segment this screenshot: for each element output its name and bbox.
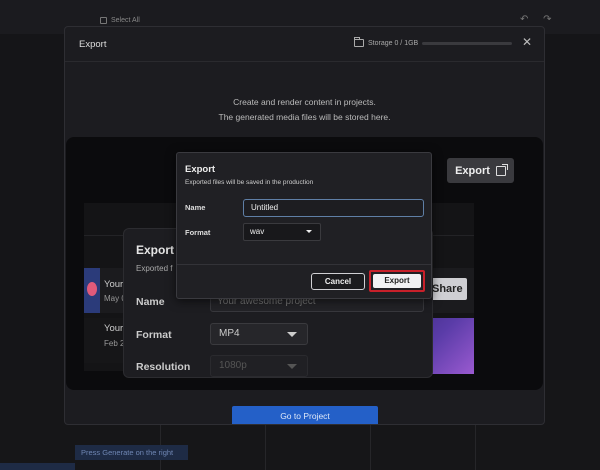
- project-thumbnail: [84, 268, 100, 313]
- format-label: Format: [136, 329, 172, 341]
- dialog-title: Export: [136, 243, 175, 257]
- format-select[interactable]: wav: [243, 223, 321, 241]
- close-icon[interactable]: ✕: [522, 35, 532, 49]
- chevron-down-icon: [287, 332, 297, 337]
- timeline-clip: [0, 463, 75, 470]
- select-all-label: Select All: [111, 17, 140, 24]
- format-select[interactable]: MP4: [210, 323, 308, 345]
- export-button-label: Export: [455, 164, 490, 177]
- format-label: Format: [185, 228, 211, 237]
- checkbox-icon[interactable]: [100, 17, 107, 24]
- export-confirm-label: Export: [373, 274, 421, 288]
- name-label: Name: [136, 296, 165, 308]
- resolution-select[interactable]: 1080p: [210, 355, 308, 377]
- name-label: Name: [185, 203, 206, 212]
- chevron-down-icon: [306, 230, 312, 233]
- undo-redo-icons[interactable]: ↶ ↷: [520, 14, 558, 25]
- storage-progress-bar: [422, 42, 512, 45]
- divider: [65, 61, 544, 62]
- project-name: Your: [104, 323, 124, 334]
- project-date: Feb 2: [104, 339, 125, 348]
- cancel-button[interactable]: Cancel: [311, 273, 365, 290]
- project-name: Your: [104, 279, 124, 290]
- external-link-icon: [495, 163, 508, 176]
- go-to-project-button[interactable]: Go to Project: [232, 406, 378, 424]
- empty-state-line2: The generated media files will be stored…: [218, 112, 391, 122]
- resolution-value: 1080p: [219, 360, 247, 371]
- divider: [177, 264, 431, 265]
- chevron-down-icon: [287, 364, 297, 369]
- folder-icon: [354, 37, 364, 47]
- dialog-title: Export: [185, 164, 216, 175]
- export-confirm-button[interactable]: Export: [369, 270, 425, 292]
- select-all[interactable]: Select All: [100, 17, 140, 24]
- storage-indicator: Storage 0 / 1GB: [354, 37, 419, 47]
- empty-state-line1: Create and render content in projects.: [233, 97, 376, 107]
- share-button[interactable]: Share: [430, 278, 467, 300]
- storage-label: Storage 0 / 1GB: [368, 39, 419, 47]
- export-dialog: Export Exported files will be saved in t…: [176, 152, 432, 299]
- dialog-subtitle: Exported files will be saved in the prod…: [185, 179, 314, 186]
- name-input[interactable]: Untitled: [243, 199, 424, 217]
- export-modal-title: Export: [79, 39, 107, 50]
- dialog-subtitle: Exported f: [136, 264, 173, 273]
- format-value: MP4: [219, 328, 240, 339]
- resolution-label: Resolution: [136, 361, 191, 373]
- format-value: wav: [250, 227, 265, 236]
- export-button[interactable]: Export: [447, 158, 514, 183]
- generate-hint: Press Generate on the right: [75, 445, 188, 460]
